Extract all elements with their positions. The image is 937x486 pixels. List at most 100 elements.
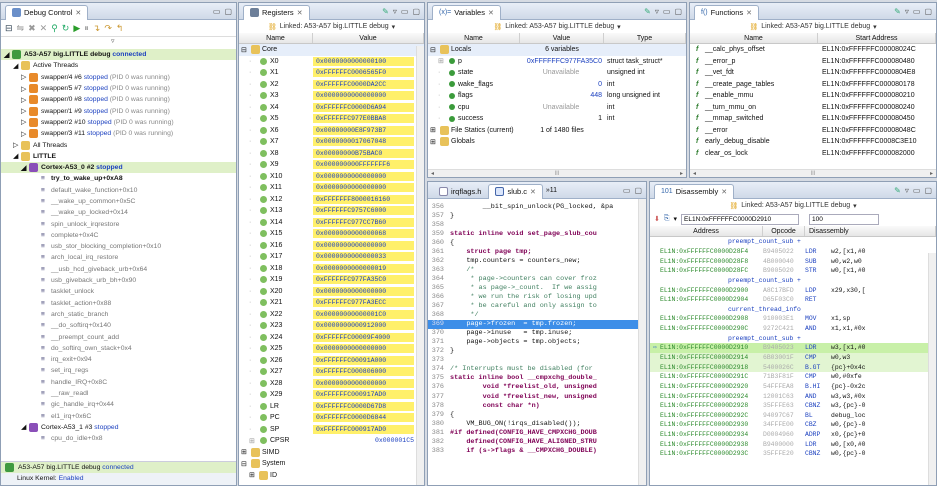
history-icon[interactable]: ⎘ xyxy=(664,215,670,223)
register-value[interactable]: 0x0000000000912000 xyxy=(313,321,414,331)
variable-row[interactable]: · flags 448 long unsigned int xyxy=(428,90,686,102)
step-return-icon[interactable]: ↰ xyxy=(116,23,124,34)
pin-icon[interactable]: ✎ xyxy=(894,186,901,195)
disassembly-row[interactable]: EL1N:0xFFFFFFC0000D28F8 4B000040 SUB w0,w2,… xyxy=(650,256,936,266)
more-tabs[interactable]: »11 xyxy=(546,187,557,194)
function-row[interactable]: f __calc_phys_offset EL1N:0xFFFFFFC0000802… xyxy=(690,44,936,56)
stack-frame[interactable]: ≡ __raw_readl xyxy=(1,388,236,399)
collapse-icon[interactable]: ⊟ xyxy=(241,460,249,468)
disassembly-row[interactable]: EL1N:0xFFFFFFC0000D2908 910003E1 MOV x1,sp xyxy=(650,314,936,324)
thread-item[interactable]: ▷ swapper/3 #11 stopped (PID 0 was runnin… xyxy=(1,128,236,139)
disassembly-row[interactable]: EL1N:0xFFFFFFC0000D2904 D65F03C0 RET xyxy=(650,294,936,305)
view-menu-icon[interactable]: ▿ xyxy=(1,37,236,47)
register-row[interactable]: · X17 0x0000000000000033 xyxy=(239,251,424,263)
maximize-icon[interactable]: ▢ xyxy=(924,186,932,195)
scroll-thumb-icon[interactable]: III xyxy=(554,171,559,177)
register-row[interactable]: ⊞ CPSR 0x000001C5 xyxy=(239,435,424,447)
maximize-icon[interactable]: ▢ xyxy=(634,186,642,195)
expand-arrow-icon[interactable]: ▷ xyxy=(13,141,21,149)
scroll-right-icon[interactable]: ▸ xyxy=(680,170,683,177)
expand-arrow-icon[interactable]: ▷ xyxy=(21,107,29,115)
register-value[interactable]: 0xFFFFFFC0000D6A94 xyxy=(313,102,414,112)
register-row[interactable]: · X27 0xFFFFFFC000806000 xyxy=(239,366,424,378)
stack-frame[interactable]: ≡ set_irq_regs xyxy=(1,365,236,376)
tab-irqflags[interactable]: irqflags.h xyxy=(432,184,488,199)
register-value[interactable]: 0x0000000000000000 xyxy=(313,183,414,193)
expand-arrow-icon[interactable]: ▷ xyxy=(21,118,29,126)
register-row[interactable]: · X9 0x000000000FFFFFFF6 xyxy=(239,159,424,171)
disassembly-row[interactable]: EL1N:0xFFFFFFC0000D2914 6B03001F CMP w0,w3 xyxy=(650,352,936,363)
maximize-icon[interactable]: ▢ xyxy=(412,7,420,16)
register-row[interactable]: · X28 0x0000000000000000 xyxy=(239,378,424,390)
collapse-all-icon[interactable]: ⊟ xyxy=(5,23,13,34)
expand-arrow-icon[interactable]: ▷ xyxy=(21,130,29,138)
step-into-icon[interactable]: ↴ xyxy=(93,23,101,34)
stack-frame[interactable]: ≡ el1_irq+0x6C xyxy=(1,411,236,422)
register-value[interactable]: 0xFFFFFFC000917AD0 xyxy=(313,390,414,400)
disassembly-row[interactable]: EL1N:0xFFFFFFC0000D2934 D0004960 ADRP x0,{p… xyxy=(650,429,936,440)
close-icon[interactable]: ✕ xyxy=(488,9,494,17)
view-menu-icon[interactable]: ▿ xyxy=(905,7,909,16)
register-row[interactable]: · X6 0x00000000E8F973B7 xyxy=(239,125,424,137)
register-value[interactable]: 0x000001C5 xyxy=(375,437,414,444)
register-row[interactable]: · X22 0x00000000000001C0 xyxy=(239,309,424,321)
locals-row[interactable]: ⊟ Locals 6 variables xyxy=(428,44,686,56)
register-value[interactable]: 0x00000000E8F973B7 xyxy=(313,125,414,135)
file-statics-row[interactable]: ⊞ File Statics (current) 1 of 1480 files xyxy=(428,125,686,137)
disassembly-row[interactable]: EL1N:0xFFFFFFC0000D2938 B9400000 LDR w0,[x0… xyxy=(650,439,936,450)
editor-scrollbar[interactable] xyxy=(638,199,646,485)
stack-frame[interactable]: ≡ irq_exit+0x94 xyxy=(1,354,236,365)
variable-row[interactable]: · state Unavailable unsigned int xyxy=(428,67,686,79)
register-row[interactable]: · X29 0xFFFFFFC000917AD0 xyxy=(239,389,424,401)
maximize-icon[interactable]: ▢ xyxy=(224,7,232,16)
register-row[interactable]: · X4 0xFFFFFFC0000D6A94 xyxy=(239,102,424,114)
scroll-right-icon[interactable]: ▸ xyxy=(930,170,933,177)
collapse-arrow-icon[interactable]: ◢ xyxy=(13,62,21,70)
register-value[interactable]: 0xFFFFFFC000917AD0 xyxy=(313,424,414,434)
instruction-count-input[interactable] xyxy=(809,213,879,225)
view-menu-icon[interactable]: ▿ xyxy=(655,7,659,16)
expand-icon[interactable]: ⊞ xyxy=(241,448,249,456)
register-value[interactable]: 0x0000000000000100 xyxy=(313,56,414,66)
function-row[interactable]: f early_debug_disable EL1N:0xFFFFFFC0008C3… xyxy=(690,136,936,148)
functions-hscrollbar[interactable]: ◂ III ▸ xyxy=(690,169,936,177)
stack-frame[interactable]: ≡ cpu_do_idle+0x8 xyxy=(1,433,236,444)
linked-context[interactable]: ⛓ Linked: A53-A57 big.LITTLE debug ▾ xyxy=(650,199,936,212)
expand-arrow-icon[interactable]: ▷ xyxy=(21,85,29,93)
simd-group-row[interactable]: ⊞ SIMD xyxy=(239,447,424,459)
function-row[interactable]: f __vet_fdt EL1N:0xFFFFFFC0000804E8 xyxy=(690,67,936,79)
register-row[interactable]: · X21 0xFFFFFFC977FA3ECC xyxy=(239,297,424,309)
function-row[interactable]: f clear_os_lock EL1N:0xFFFFFFC000082000 xyxy=(690,148,936,160)
core-group-row[interactable]: ⊟ Core xyxy=(239,44,424,56)
expand-icon[interactable]: ⊞ xyxy=(438,57,446,65)
register-value[interactable]: 0x000000000FFFFFFF6 xyxy=(313,160,414,170)
register-value[interactable]: 0xFFFFFFC9757C6000 xyxy=(313,206,414,216)
register-value[interactable]: 0x0000000000000000 xyxy=(313,240,414,250)
view-menu-icon[interactable]: ▿ xyxy=(393,7,397,16)
stack-frame[interactable]: ≡ default_wake_function+0x10 xyxy=(1,185,236,196)
variable-row[interactable]: · wake_flags 0 int xyxy=(428,79,686,91)
function-row[interactable]: f __create_page_tables EL1N:0xFFFFFFC00008… xyxy=(690,79,936,91)
expand-arrow-icon[interactable]: ▷ xyxy=(21,73,29,81)
stack-frame[interactable]: ≡ gic_handle_irq+0x44 xyxy=(1,399,236,410)
function-row[interactable]: f __error EL1N:0xFFFFFFC00008048C xyxy=(690,125,936,137)
disassembly-row[interactable]: EL1N:0xFFFFFFC0000D28FC B9005020 STR w0,[x1… xyxy=(650,265,936,276)
pin-icon[interactable]: ✎ xyxy=(382,7,389,16)
disassembly-row[interactable]: EL1N:0xFFFFFFC0000D2928 35FFFE63 CBNZ w3,{p… xyxy=(650,400,936,411)
tab-debug-control[interactable]: Debug Control ✕ xyxy=(5,4,89,20)
variable-row[interactable]: ⊞ p 0xFFFFFFC977FA35C0 struct task_struct* xyxy=(428,56,686,68)
tab-variables[interactable]: (x)= Variables ✕ xyxy=(432,4,501,20)
register-value[interactable]: 0xFFFFFFC977FA3ECC xyxy=(313,298,414,308)
globals-row[interactable]: ⊞ Globals xyxy=(428,136,686,148)
pause-icon[interactable]: ⏸ xyxy=(84,23,89,34)
register-row[interactable]: · X26 0xFFFFFFC00091A000 xyxy=(239,355,424,367)
minimize-icon[interactable]: ▭ xyxy=(913,7,921,16)
linked-context[interactable]: ⛓ Linked: A53-A57 big.LITTLE debug ▾ xyxy=(239,20,424,33)
register-value[interactable]: 0xFFFFFFC0000DA2CC xyxy=(313,79,414,89)
remove-icon[interactable]: ✕ xyxy=(40,23,48,34)
stack-frame[interactable]: ≡ complete+0x4C xyxy=(1,230,236,241)
stack-frame[interactable]: ≡ handle_IRQ+0x8C xyxy=(1,377,236,388)
register-value[interactable]: 0xFFFFFFC0000D6844 xyxy=(313,413,414,423)
register-value[interactable]: 0x00000000B75BAC0 xyxy=(313,148,414,158)
register-row[interactable]: · X1 0xFFFFFFC0006565F0 xyxy=(239,67,424,79)
